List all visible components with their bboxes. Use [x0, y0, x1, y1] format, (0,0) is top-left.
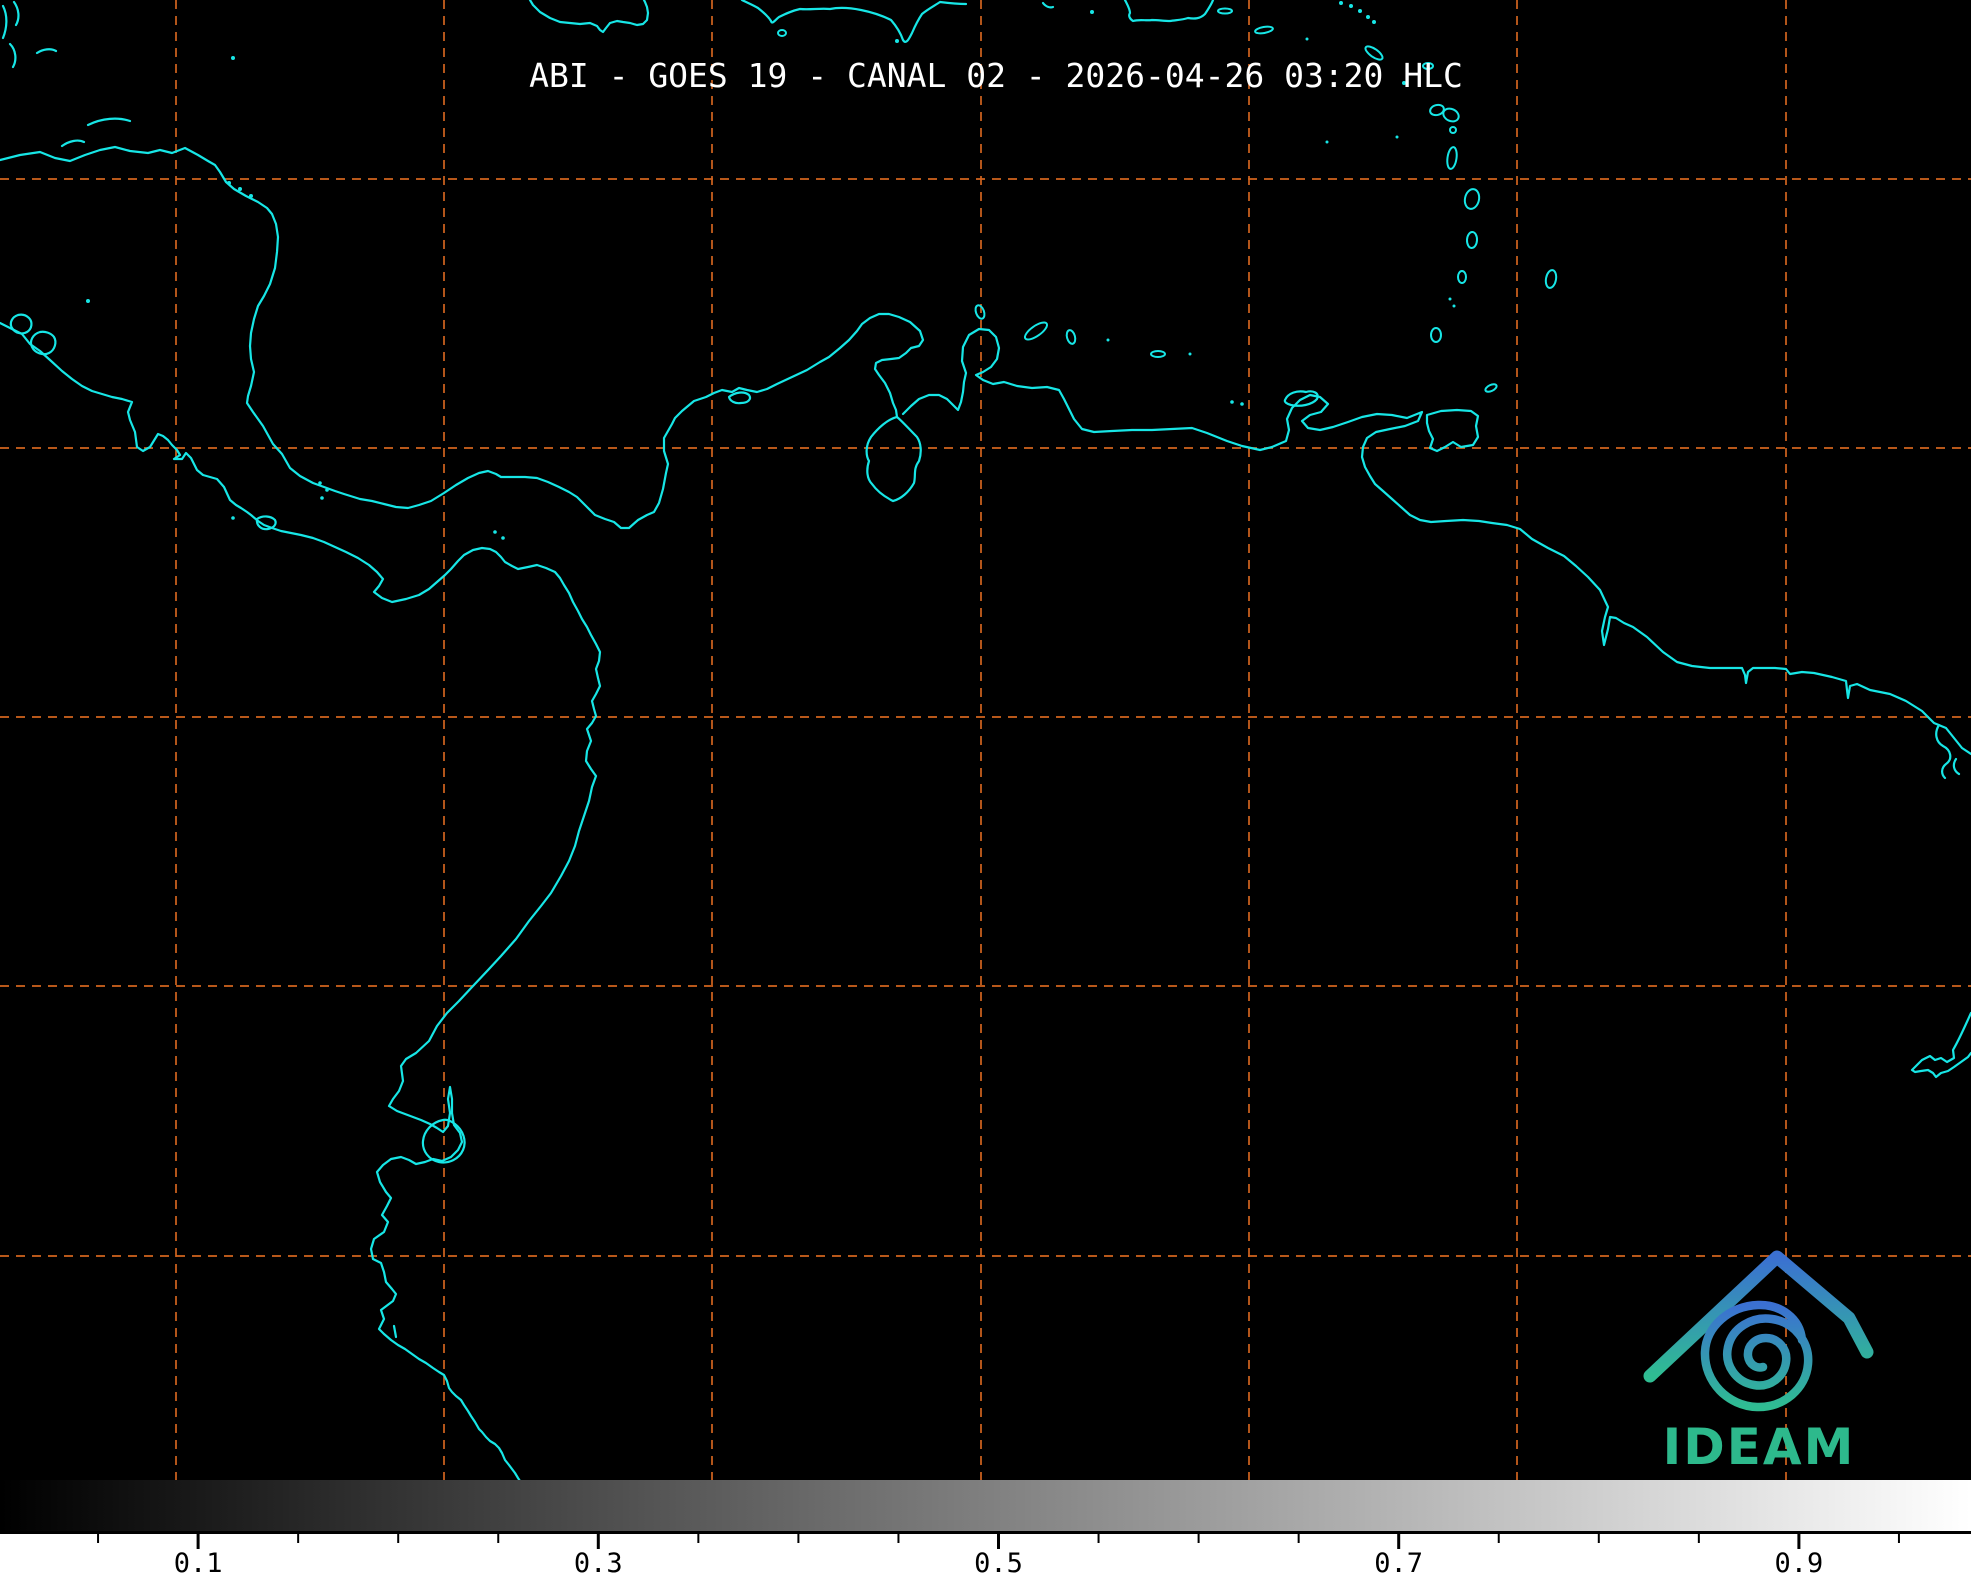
saba-dot	[1306, 38, 1309, 41]
colorbar-tick-labels: 0.1 0.3 0.5 0.7 0.9	[174, 1548, 1824, 1577]
tick-label: 0.1	[174, 1548, 223, 1577]
cr-islet-dot	[320, 496, 324, 500]
pearl-island-dot	[493, 530, 497, 534]
pacific-islet-dot	[86, 299, 90, 303]
colorbar-axis: 0.1 0.3 0.5 0.7 0.9	[0, 1534, 1971, 1577]
alto-velo-dot	[895, 39, 899, 43]
tick-label: 0.7	[1374, 1548, 1423, 1577]
grenadines-dot	[1453, 305, 1456, 308]
satellite-image-viewer: ABI - GOES 19 - CANAL 02 - 2026-04-26 03…	[0, 0, 1971, 1577]
blanquilla-dot	[1189, 353, 1192, 356]
pearl-island-dot	[501, 536, 505, 540]
islet-dot	[1326, 141, 1329, 144]
cr-islet-dot	[318, 481, 322, 485]
margarita-dot	[1230, 400, 1234, 404]
tick-label: 0.9	[1775, 1548, 1824, 1577]
orchila-dot	[1107, 339, 1110, 342]
islet-dot	[1339, 1, 1343, 5]
satellite-map: ABI - GOES 19 - CANAL 02 - 2026-04-26 03…	[0, 0, 1971, 1480]
margarita-dot	[1240, 402, 1244, 406]
cr-islet-dot	[325, 488, 329, 492]
image-title: ABI - GOES 19 - CANAL 02 - 2026-04-26 03…	[529, 56, 1463, 95]
grenadines-dot	[1449, 298, 1452, 301]
cayman-dot	[231, 56, 235, 60]
islet-dot	[1396, 136, 1399, 139]
logo-wordmark: IDEAM	[1663, 1418, 1856, 1476]
bay-island-dot	[238, 187, 242, 191]
tick-label: 0.5	[974, 1548, 1023, 1577]
map-background	[0, 0, 1971, 1480]
reflectance-colorbar: Reflectancia	[0, 1480, 1971, 1534]
bay-island-dot	[249, 194, 253, 198]
osa-dot	[231, 516, 235, 520]
bay-island-dot	[227, 181, 231, 185]
islet-dot	[1349, 4, 1353, 8]
colorbar-ticks	[98, 1534, 1899, 1549]
colorbar-axis-svg: 0.1 0.3 0.5 0.7 0.9	[0, 1534, 1971, 1577]
islet-dot	[1372, 20, 1376, 24]
islet-dot	[1366, 15, 1370, 19]
mona-dot	[1090, 10, 1094, 14]
islet-dot	[1358, 9, 1362, 13]
tick-label: 0.3	[574, 1548, 623, 1577]
